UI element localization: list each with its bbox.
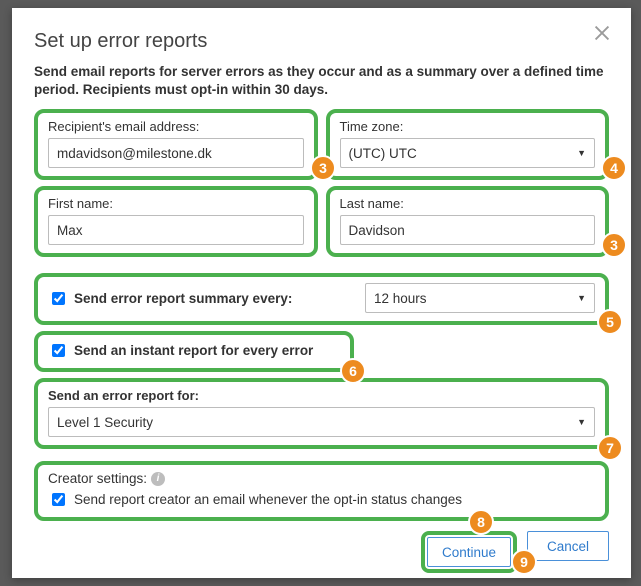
row-email-tz: Recipient's email address: Time zone: (U… [34, 109, 609, 180]
annotation-badge: 5 [597, 309, 623, 335]
creator-checkbox[interactable] [52, 493, 65, 506]
firstname-group: First name: [34, 186, 318, 257]
summary-interval-select[interactable]: 12 hours ▼ [365, 283, 595, 313]
instant-checkbox[interactable] [52, 344, 65, 357]
modal-title: Set up error reports [34, 30, 609, 53]
firstname-label: First name: [48, 196, 304, 211]
email-input[interactable] [48, 138, 304, 168]
report-for-select[interactable]: Level 1 Security ▼ [48, 407, 595, 437]
chevron-down-icon: ▼ [577, 293, 586, 303]
report-for-value: Level 1 Security [57, 415, 153, 430]
chevron-down-icon: ▼ [577, 148, 586, 158]
firstname-input[interactable] [48, 215, 304, 245]
report-for-label: Send an error report for: [48, 388, 595, 403]
row-name: First name: Last name: 3 [34, 186, 609, 257]
timezone-group: Time zone: (UTC) UTC ▼ [326, 109, 610, 180]
summary-interval-value: 12 hours [374, 291, 427, 306]
timezone-value: (UTC) UTC [349, 146, 417, 161]
creator-cb-label: Send report creator an email whenever th… [74, 492, 462, 507]
instant-label: Send an instant report for every error [74, 343, 313, 358]
creator-group: Creator settings: i Send report creator … [34, 461, 609, 521]
summary-group: Send error report summary every: 12 hour… [34, 273, 609, 325]
creator-settings-label: Creator settings: i [48, 471, 595, 486]
summary-label: Send error report summary every: [74, 291, 292, 306]
timezone-select[interactable]: (UTC) UTC ▼ [340, 138, 596, 168]
instant-group: Send an instant report for every error 6 [34, 331, 354, 372]
continue-highlight: Continue [421, 531, 517, 573]
chevron-down-icon: ▼ [577, 417, 586, 427]
cancel-button[interactable]: Cancel [527, 531, 609, 561]
modal-subtitle: Send email reports for server errors as … [34, 63, 609, 99]
close-icon[interactable] [591, 22, 613, 44]
lastname-input[interactable] [340, 215, 596, 245]
email-label: Recipient's email address: [48, 119, 304, 134]
button-row: Continue Cancel 9 [34, 531, 609, 573]
info-icon: i [151, 472, 165, 486]
lastname-label: Last name: [340, 196, 596, 211]
report-for-group: Send an error report for: Level 1 Securi… [34, 378, 609, 449]
lastname-group: Last name: [326, 186, 610, 257]
email-group: Recipient's email address: [34, 109, 318, 180]
summary-checkbox[interactable] [52, 292, 65, 305]
error-reports-modal: Set up error reports Send email reports … [12, 8, 631, 578]
continue-button[interactable]: Continue [427, 537, 511, 567]
timezone-label: Time zone: [340, 119, 596, 134]
